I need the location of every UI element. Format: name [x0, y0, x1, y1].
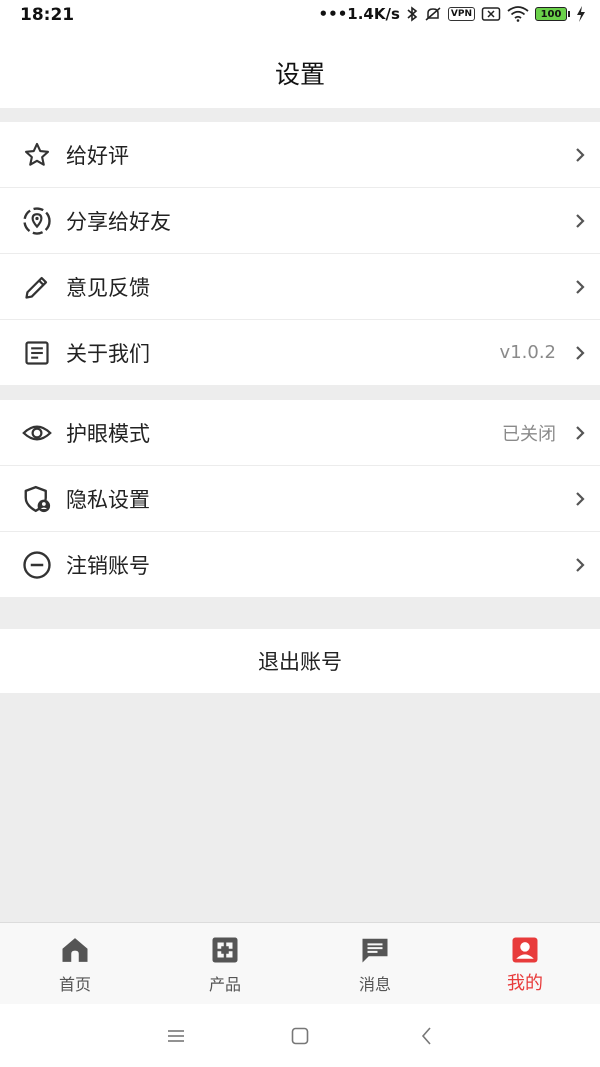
feedback-label: 意见反馈	[66, 275, 150, 300]
vpn-badge: VPN	[447, 7, 475, 21]
share-friends-row[interactable]: 分享给好友	[0, 188, 600, 254]
privacy-settings-row[interactable]: 隐私设置	[0, 466, 600, 532]
chevron-right-icon	[576, 213, 585, 228]
sim-x-icon	[481, 7, 501, 21]
eye-mode-status: 已关闭	[502, 423, 556, 445]
tab-products[interactable]: 产品	[150, 923, 300, 1004]
bottom-tab-bar: 首页 产品 消息 我的	[0, 922, 600, 1004]
logout-button[interactable]: 退出账号	[0, 629, 600, 693]
system-nav-bar	[0, 1004, 600, 1067]
pencil-icon	[22, 272, 52, 302]
feedback-row[interactable]: 意见反馈	[0, 254, 600, 320]
status-icons: •••1.4K/s VPN 100	[319, 5, 586, 23]
eye-mode-label: 护眼模式	[66, 421, 150, 446]
status-time: 18:21	[20, 5, 75, 25]
page-title: 设置	[274, 60, 325, 89]
app-version: v1.0.2	[499, 342, 556, 363]
tab-mine-label: 我的	[507, 973, 543, 994]
header: 设置	[0, 34, 600, 108]
tab-home[interactable]: 首页	[0, 923, 150, 1004]
battery-indicator: 100	[535, 7, 570, 21]
tab-messages[interactable]: 消息	[300, 923, 450, 1004]
settings-group-2: 护眼模式 已关闭 隐私设置 注销账号	[0, 400, 600, 597]
eye-mode-row[interactable]: 护眼模式 已关闭	[0, 400, 600, 466]
chevron-right-icon	[576, 345, 585, 360]
rate-app-row[interactable]: 给好评	[0, 122, 600, 188]
home-icon	[62, 938, 88, 962]
about-us-row[interactable]: 关于我们 v1.0.2	[0, 320, 600, 385]
tab-products-label: 产品	[208, 975, 241, 994]
battery-tip	[568, 11, 570, 17]
minus-circle-icon	[22, 550, 52, 580]
home-square-icon[interactable]	[290, 1026, 310, 1046]
shield-user-icon	[22, 484, 52, 514]
status-bar: 18:21 •••1.4K/s VPN 100	[0, 0, 600, 34]
tab-messages-label: 消息	[358, 975, 391, 994]
wifi-icon	[507, 6, 529, 22]
eye-icon	[22, 418, 52, 448]
profile-icon	[512, 937, 538, 963]
tab-mine[interactable]: 我的	[450, 923, 600, 1004]
settings-group-1: 给好评 分享给好友 意见反馈 关于我们 v1.0.2	[0, 122, 600, 385]
star-icon	[22, 140, 52, 170]
message-icon	[362, 938, 388, 963]
tab-home-label: 首页	[58, 975, 91, 994]
chevron-right-icon	[576, 279, 585, 294]
menu-icon[interactable]	[166, 1026, 186, 1046]
battery-level: 100	[535, 7, 567, 21]
mute-bell-icon	[425, 7, 441, 21]
chevron-right-icon	[576, 557, 585, 572]
charging-icon	[577, 6, 585, 22]
document-icon	[22, 338, 52, 368]
rate-app-label: 给好评	[66, 143, 129, 168]
network-speed: •••1.4K/s	[318, 5, 400, 23]
privacy-settings-label: 隐私设置	[66, 487, 150, 512]
chevron-right-icon	[576, 425, 585, 440]
chevron-right-icon	[576, 147, 585, 162]
about-us-label: 关于我们	[66, 341, 150, 366]
share-friends-label: 分享给好友	[66, 209, 171, 234]
chevron-right-icon	[576, 491, 585, 506]
delete-account-label: 注销账号	[66, 553, 150, 578]
bluetooth-icon	[407, 6, 418, 22]
product-icon	[212, 937, 238, 963]
back-icon[interactable]	[417, 1026, 437, 1046]
delete-account-row[interactable]: 注销账号	[0, 532, 600, 597]
share-location-icon	[22, 206, 52, 236]
